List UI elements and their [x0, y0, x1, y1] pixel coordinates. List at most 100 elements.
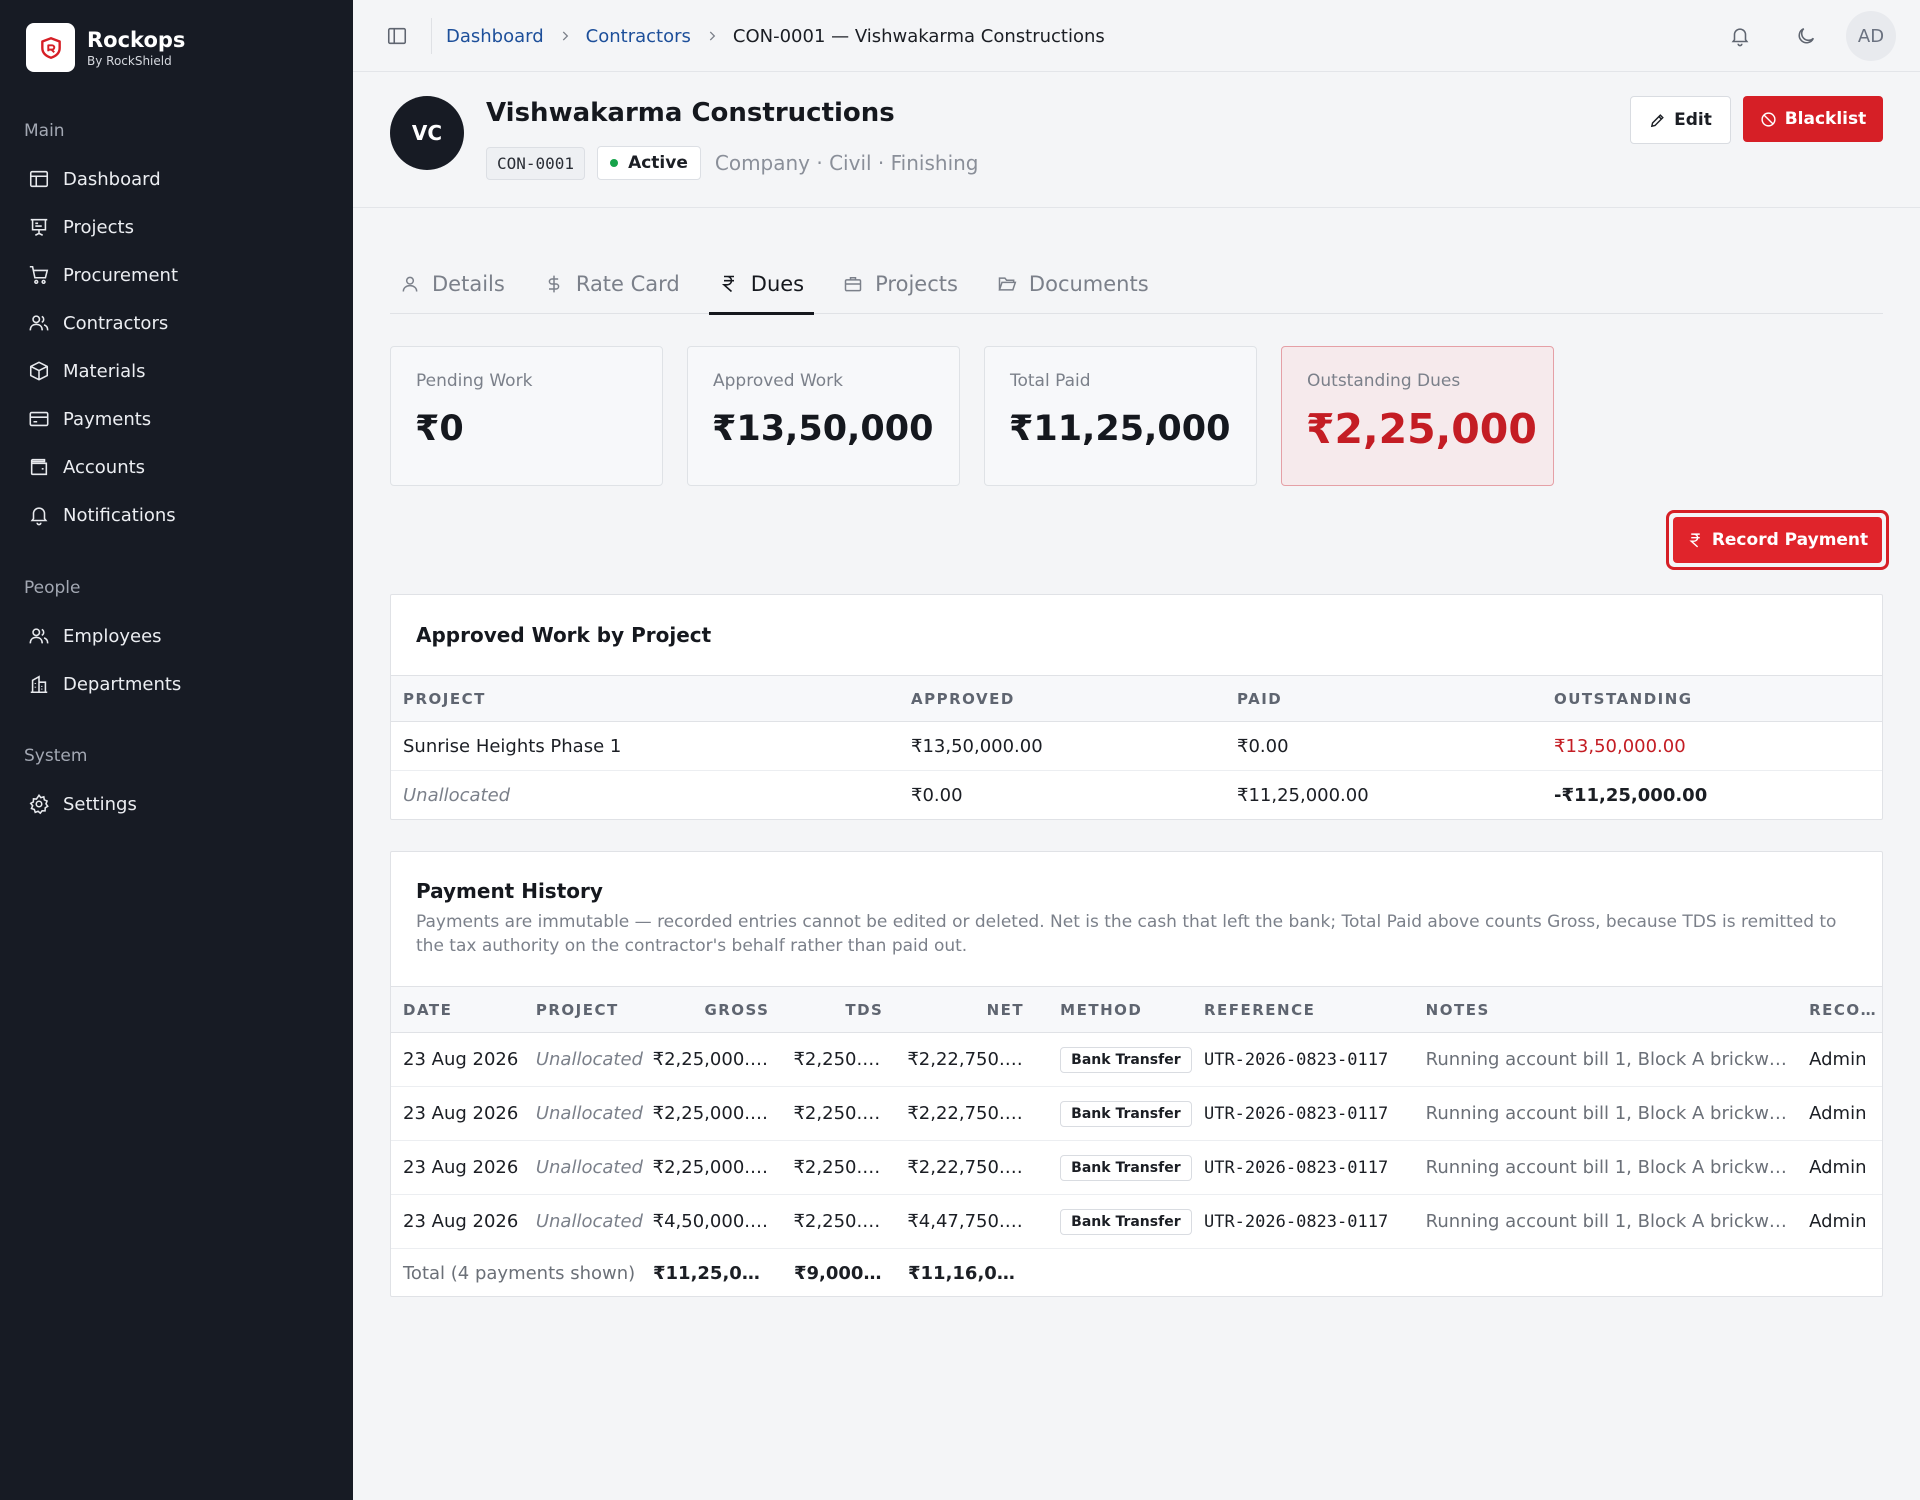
- tab-bar: Details Rate Card Dues Projects Document…: [390, 254, 1883, 315]
- net-cell: ₹2,22,750.00: [907, 1049, 1028, 1070]
- credit-card-icon: [26, 406, 52, 432]
- date-cell: 23 Aug 2026: [403, 1103, 519, 1124]
- nav-section-system: System Settings: [0, 744, 353, 828]
- sidebar-item-contractors[interactable]: Contractors: [0, 299, 353, 347]
- tab-dues[interactable]: Dues: [708, 254, 815, 315]
- sidebar-item-dashboard[interactable]: Dashboard: [0, 155, 353, 203]
- notes-cell: Running account bill 1, Block A brickwor…: [1425, 1211, 1798, 1232]
- stat-card-approved-work: Approved Work ₹13,50,000: [687, 346, 960, 486]
- column-header: PAID: [1237, 689, 1283, 708]
- total-label: Total (4 payments shown): [403, 1262, 636, 1284]
- gross-cell: ₹2,25,000.00: [652, 1049, 773, 1070]
- recorded-by-cell: Admin: [1809, 1049, 1867, 1070]
- rupee-icon: [1687, 532, 1704, 549]
- panel-title: Payment History: [416, 879, 603, 903]
- users-icon: [26, 623, 52, 649]
- topbar: Dashboard Contractors CON-0001 — Vishwak…: [353, 0, 1920, 72]
- sidebar-item-label: Payments: [63, 408, 152, 430]
- record-payment-button[interactable]: Record Payment: [1673, 517, 1882, 563]
- method-badge: Bank Transfer: [1060, 1046, 1192, 1073]
- notifications-bell-icon[interactable]: [1714, 10, 1766, 62]
- sidebar-item-settings[interactable]: Settings: [0, 780, 353, 828]
- tab-label: Details: [432, 272, 505, 296]
- stat-card-pending-work: Pending Work ₹0: [390, 346, 663, 486]
- sidebar-item-label: Employees: [63, 625, 162, 647]
- sidebar-item-accounts[interactable]: Accounts: [0, 443, 353, 491]
- method-badge: Bank Transfer: [1060, 1100, 1192, 1127]
- stat-label: Pending Work: [416, 371, 533, 391]
- reference-cell: UTR-2026-0823-0117: [1203, 1211, 1389, 1232]
- stat-card-total-paid: Total Paid ₹11,25,000: [984, 346, 1257, 486]
- tab-details[interactable]: Details: [390, 254, 515, 314]
- ban-icon: [1760, 111, 1777, 128]
- date-cell: 23 Aug 2026: [403, 1049, 519, 1070]
- breadcrumb-contractors[interactable]: Contractors: [586, 26, 691, 47]
- tab-projects[interactable]: Projects: [833, 254, 968, 314]
- breadcrumb-current: CON-0001 — Vishwakarma Constructions: [732, 25, 1105, 47]
- contractor-type: Company · Civil · Finishing: [714, 151, 979, 175]
- blacklist-button[interactable]: Blacklist: [1743, 96, 1883, 142]
- table-row[interactable]: 23 Aug 2026 Unallocated ₹2,25,000.00 ₹2,…: [391, 1033, 1882, 1087]
- table-row[interactable]: Unallocated ₹0.00 ₹11,25,000.00 -₹11,25,…: [391, 771, 1882, 819]
- projects-icon: [26, 214, 52, 240]
- project-cell: Unallocated: [535, 1157, 643, 1178]
- edit-button[interactable]: Edit: [1630, 96, 1731, 144]
- notes-cell: Running account bill 1, Block A brickwor…: [1425, 1049, 1798, 1070]
- contractor-header: VC Vishwakarma Constructions CON-0001 Ac…: [353, 72, 1920, 208]
- tab-label: Projects: [875, 272, 958, 296]
- reference-cell: UTR-2026-0823-0117: [1203, 1157, 1389, 1178]
- outstanding-cell: ₹13,50,000.00: [1554, 735, 1686, 757]
- column-header: DATE: [403, 1000, 453, 1019]
- status-dot: [610, 159, 619, 167]
- sidebar-item-procurement[interactable]: Procurement: [0, 251, 353, 299]
- wallet-icon: [26, 454, 52, 480]
- paid-cell: ₹0.00: [1237, 735, 1289, 757]
- notes-cell: Running account bill 1, Block A brickwor…: [1425, 1103, 1798, 1124]
- moon-icon[interactable]: [1780, 10, 1832, 62]
- approved-cell: ₹0.00: [911, 785, 963, 806]
- user-icon: [400, 274, 420, 294]
- cart-icon: [26, 262, 52, 288]
- status-badge: Active: [597, 146, 701, 180]
- net-cell: ₹2,22,750.00: [907, 1103, 1028, 1124]
- breadcrumb-dashboard[interactable]: Dashboard: [446, 26, 544, 47]
- nav-heading: System: [24, 746, 88, 766]
- tab-label: Dues: [750, 272, 805, 296]
- sidebar-item-departments[interactable]: Departments: [0, 660, 353, 708]
- paid-cell: ₹11,25,000.00: [1237, 785, 1369, 806]
- sidebar-toggle-icon[interactable]: [383, 22, 411, 50]
- total-gross: ₹11,25,000.00: [653, 1262, 794, 1284]
- outstanding-cell: -₹11,25,000.00: [1554, 785, 1708, 806]
- sidebar-item-employees[interactable]: Employees: [0, 612, 353, 660]
- record-payment-focus-ring: Record Payment: [1666, 510, 1889, 570]
- sidebar-item-materials[interactable]: Materials: [0, 347, 353, 395]
- stat-label: Total Paid: [1010, 371, 1091, 391]
- contractor-meta: CON-0001 Active Company · Civil · Finish…: [486, 146, 979, 180]
- nav-section-main: Main Dashboard Projects Procurement Cont…: [0, 119, 353, 539]
- date-cell: 23 Aug 2026: [403, 1211, 519, 1232]
- table-row[interactable]: 23 Aug 2026 Unallocated ₹2,25,000.00 ₹2,…: [391, 1087, 1882, 1141]
- reference-cell: UTR-2026-0823-0117: [1203, 1049, 1389, 1070]
- tab-documents[interactable]: Documents: [987, 254, 1159, 314]
- column-header: NOTES: [1425, 1000, 1490, 1019]
- tds-cell: ₹2,250.00: [793, 1211, 886, 1232]
- sidebar-item-projects[interactable]: Projects: [0, 203, 353, 251]
- column-header: PROJECT: [403, 689, 486, 708]
- sidebar-item-payments[interactable]: Payments: [0, 395, 353, 443]
- user-avatar[interactable]: AD: [1846, 11, 1896, 61]
- sidebar: Rockops By RockShield Main Dashboard Pro…: [0, 0, 353, 1500]
- sidebar-item-notifications[interactable]: Notifications: [0, 491, 353, 539]
- table-header: DATE PROJECT GROSS TDS NET METHOD REFERE…: [391, 986, 1882, 1033]
- sidebar-item-label: Projects: [63, 216, 134, 238]
- tab-label: Documents: [1028, 272, 1149, 296]
- dollar-icon: [544, 274, 564, 294]
- table-row[interactable]: 23 Aug 2026 Unallocated ₹4,50,000.00 ₹2,…: [391, 1195, 1882, 1249]
- tab-rate-card[interactable]: Rate Card: [534, 254, 690, 314]
- table-row[interactable]: Sunrise Heights Phase 1 ₹13,50,000.00 ₹0…: [391, 722, 1882, 771]
- divider: [431, 18, 432, 54]
- table-row[interactable]: 23 Aug 2026 Unallocated ₹2,25,000.00 ₹2,…: [391, 1141, 1882, 1195]
- nav-section-people: People Employees Departments: [0, 576, 353, 708]
- project-cell: Unallocated: [535, 1049, 643, 1070]
- sidebar-item-label: Notifications: [63, 504, 176, 526]
- brand[interactable]: Rockops By RockShield: [26, 23, 185, 72]
